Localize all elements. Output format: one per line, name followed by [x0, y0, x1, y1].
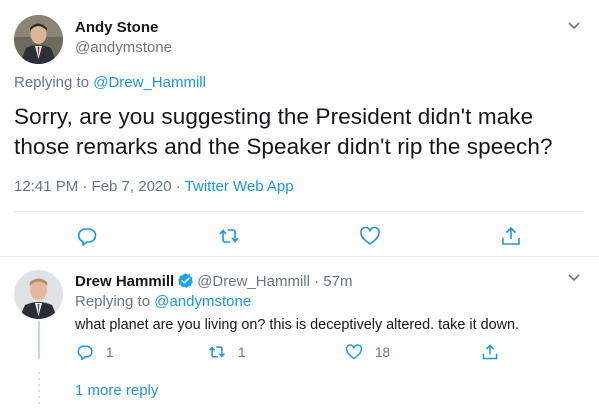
replying-prefix: Replying to [14, 74, 94, 91]
reply-like-button[interactable]: 18 [345, 342, 390, 362]
reply-reply-button[interactable]: 1 [76, 342, 114, 362]
tweet-timestamp[interactable]: 12:41 PM · Feb 7, 2020 · [14, 178, 185, 195]
reply-retweet-button[interactable]: 1 [208, 342, 246, 362]
verified-badge-icon [178, 273, 194, 288]
reply-replying-mention-link[interactable]: @andymstone [154, 293, 251, 310]
reply-separator: · [309, 273, 324, 290]
replying-mention-link[interactable]: @Drew_Hammill [93, 74, 206, 91]
share-icon [482, 344, 498, 360]
reply-text: what planet are you living on? this is d… [75, 317, 519, 333]
reply-replying-to: Replying to @andymstone [75, 293, 251, 310]
tweet-separator [0, 256, 599, 257]
like-icon [345, 344, 363, 360]
author-avatar[interactable] [14, 15, 63, 64]
reply-share-button[interactable] [481, 342, 511, 362]
reply-author-name[interactable]: Drew Hammill [75, 273, 174, 290]
author-handle[interactable]: @andymstone [75, 39, 172, 56]
like-icon[interactable] [359, 225, 381, 247]
chevron-down-icon[interactable] [566, 272, 582, 284]
reply-replying-prefix: Replying to [75, 293, 155, 310]
retweet-icon[interactable] [218, 225, 240, 247]
tweet-source-link[interactable]: Twitter Web App [185, 178, 294, 195]
reply-timestamp[interactable]: 57m [323, 273, 352, 290]
like-count: 18 [375, 344, 391, 360]
reply-author-avatar[interactable] [14, 270, 63, 319]
chevron-down-icon[interactable] [566, 20, 582, 32]
thread-line [38, 321, 40, 359]
main-tweet: Andy Stone @andymstone Replying to @Drew… [0, 0, 599, 256]
more-replies-link[interactable]: 1 more reply [75, 382, 158, 399]
replying-to: Replying to @Drew_Hammill [14, 74, 206, 91]
divider [14, 211, 584, 212]
reply-icon [77, 345, 93, 361]
tweet-meta: 12:41 PM · Feb 7, 2020 · Twitter Web App [14, 178, 294, 195]
reply-icon[interactable] [76, 225, 98, 247]
reply-author-handle[interactable]: @Drew_Hammill [197, 273, 310, 290]
retweet-count: 1 [238, 344, 246, 360]
share-icon[interactable] [500, 225, 522, 247]
author-name[interactable]: Andy Stone [75, 19, 158, 36]
thread-dots [37, 372, 41, 408]
reply-header: Drew Hammill @Drew_Hammill · 57m [75, 272, 352, 290]
reply-count: 1 [106, 344, 114, 360]
tweet-text: Sorry, are you suggesting the President … [14, 104, 553, 159]
retweet-icon [209, 346, 225, 358]
